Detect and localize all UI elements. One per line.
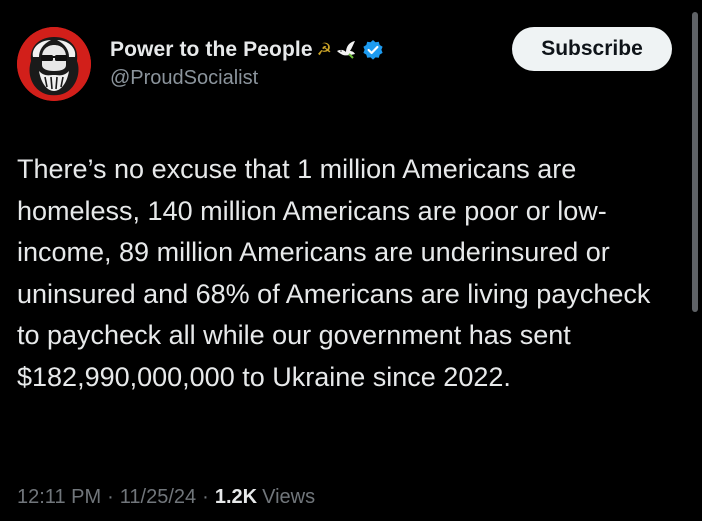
post-text: There’s no excuse that 1 million America… xyxy=(17,154,651,392)
meta-separator: · xyxy=(107,486,114,508)
avatar-portrait-icon xyxy=(17,27,91,101)
subscribe-button[interactable]: Subscribe xyxy=(512,27,672,71)
meta-separator: · xyxy=(202,486,209,508)
avatar[interactable] xyxy=(17,27,91,101)
views-label: Views xyxy=(262,486,316,508)
display-name[interactable]: Power to the People xyxy=(110,38,313,62)
scrollbar[interactable] xyxy=(692,12,698,312)
author-header: Power to the People ☭ @ProudSocialist xyxy=(110,35,384,90)
hammer-and-sickle-icon: ☭ xyxy=(316,40,332,60)
dove-icon xyxy=(335,39,357,61)
post-time[interactable]: 12:11 PM xyxy=(17,486,101,509)
post-meta: 12:11 PM · 11/25/24 · 1.2K Views xyxy=(17,486,315,509)
verified-badge-icon xyxy=(362,39,384,61)
name-row: Power to the People ☭ xyxy=(110,35,384,65)
views-count[interactable]: 1.2K xyxy=(215,486,257,509)
tweet-card: Power to the People ☭ @ProudSocialist Su… xyxy=(0,0,702,521)
handle[interactable]: @ProudSocialist xyxy=(110,67,384,90)
post-date[interactable]: 11/25/24 xyxy=(120,486,196,509)
